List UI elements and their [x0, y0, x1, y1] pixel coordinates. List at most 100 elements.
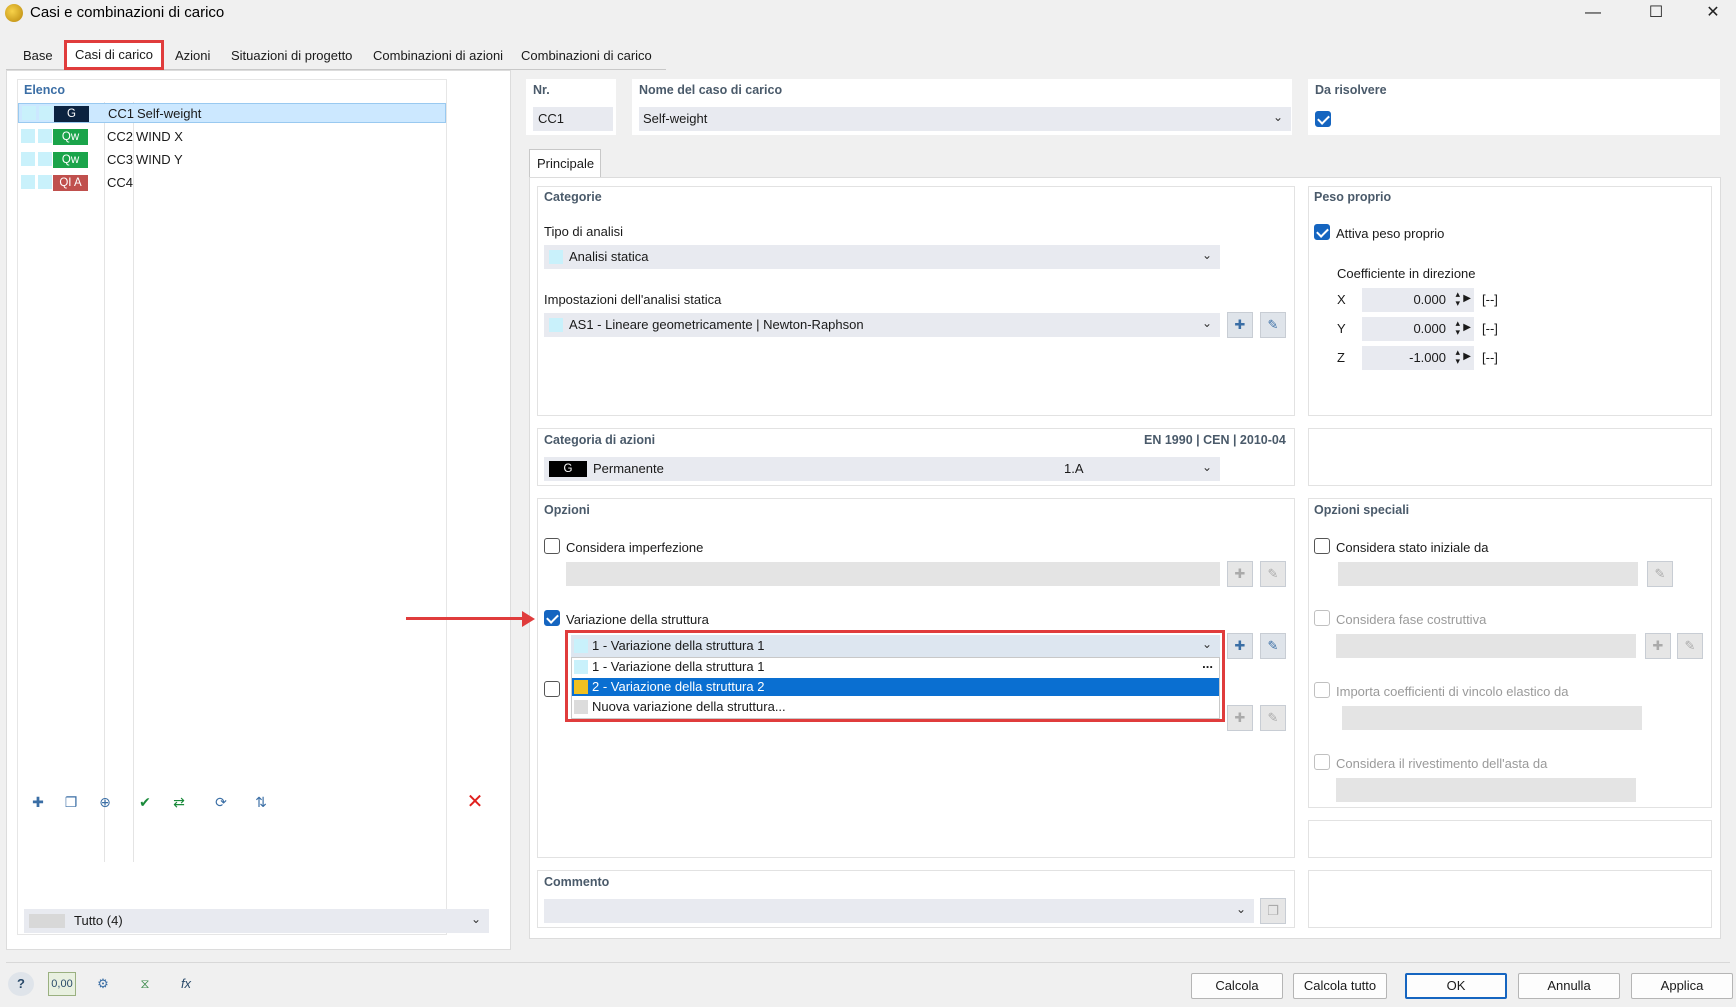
title-bar	[0, 0, 1736, 28]
comment-copy-icon[interactable]: ❐	[1260, 898, 1286, 924]
fase-checkbox[interactable]	[1314, 610, 1330, 626]
fase-select[interactable]	[1336, 634, 1636, 658]
help-icon[interactable]: ?	[8, 972, 34, 996]
renumber-icon[interactable]: ⟳	[208, 790, 234, 814]
toggle-check-icon[interactable]: ⇄	[166, 790, 192, 814]
stato-checkbox[interactable]	[1314, 538, 1330, 554]
tab-base[interactable]: Base	[14, 40, 62, 70]
annulla-button[interactable]: Annulla	[1518, 973, 1620, 999]
new-settings-icon[interactable]: ✚	[1227, 312, 1253, 338]
list-item-id: CC2	[107, 129, 134, 144]
color-swatch	[39, 106, 53, 120]
applica-button[interactable]: Applica	[1631, 973, 1733, 999]
spinner-icon[interactable]: ▴ ▾	[1455, 319, 1460, 337]
coeff-z-value: -1.000	[1409, 350, 1446, 365]
rivest-checkbox[interactable]	[1314, 754, 1330, 770]
tab-combinazioni-azioni[interactable]: Combinazioni di azioni	[364, 40, 512, 70]
coeff-x-input[interactable]: 0.000 ▴ ▾ ▶	[1362, 288, 1474, 312]
subtab-principale[interactable]: Principale	[529, 149, 601, 178]
name-select[interactable]: Self-weight ⌄	[639, 107, 1291, 131]
ok-button[interactable]: OK	[1405, 973, 1507, 999]
solve-checkbox[interactable]	[1315, 111, 1331, 127]
tipo-label: Tipo di analisi	[544, 224, 624, 239]
stato-label: Considera stato iniziale da	[1336, 540, 1489, 555]
tab-azioni[interactable]: Azioni	[166, 40, 219, 70]
app-icon	[5, 4, 23, 22]
imperf-select[interactable]	[566, 562, 1220, 586]
minimize-button[interactable]: —	[1570, 0, 1616, 28]
tab-combinazioni-carico[interactable]: Combinazioni di carico	[512, 40, 661, 70]
copy-item-icon[interactable]: ❐	[58, 790, 84, 814]
new-variazione-icon[interactable]: ✚	[1227, 633, 1253, 659]
edit-variazione-icon[interactable]: ✎	[1260, 633, 1286, 659]
edit-fase-icon[interactable]: ✎	[1677, 633, 1703, 659]
formula-icon[interactable]: fx	[172, 972, 200, 996]
calcola-tutto-button[interactable]: Calcola tutto	[1293, 973, 1387, 999]
delete-icon[interactable]: ✕	[462, 790, 488, 814]
list-col-divider	[104, 102, 105, 862]
coeff-z-input[interactable]: -1.000 ▴ ▾ ▶	[1362, 346, 1474, 370]
arrow-right-icon[interactable]: ▶	[1463, 351, 1471, 362]
coeff-x-value: 0.000	[1413, 292, 1446, 307]
arrow-right-icon[interactable]: ▶	[1463, 293, 1471, 304]
edit-option-icon[interactable]: ✎	[1260, 705, 1286, 731]
variazione-checkbox[interactable]	[544, 610, 560, 626]
list-item-cc3[interactable]: Qw CC3 WIND Y	[18, 150, 446, 170]
edit-imperf-icon[interactable]: ✎	[1260, 561, 1286, 587]
insert-item-icon[interactable]: ⊕	[92, 790, 118, 814]
units-icon[interactable]: 0,00	[48, 972, 76, 996]
new-fase-icon[interactable]: ✚	[1645, 633, 1671, 659]
tab-situazioni[interactable]: Situazioni di progetto	[222, 40, 361, 70]
annotation-arrow-head	[522, 611, 535, 627]
vincolo-checkbox[interactable]	[1314, 682, 1330, 698]
hidden-option-checkbox[interactable]	[544, 681, 560, 697]
color-swatch	[22, 106, 36, 120]
tab-casi-di-carico[interactable]: Casi di carico	[64, 40, 165, 70]
list-item-cc4[interactable]: QI A CC4	[18, 173, 446, 193]
new-option-icon[interactable]: ✚	[1227, 705, 1253, 731]
list-item-cc2[interactable]: Qw CC2 WIND X	[18, 127, 446, 147]
imperf-checkbox[interactable]	[544, 538, 560, 554]
solve-label: Da risolvere	[1315, 83, 1387, 97]
new-item-icon[interactable]: ✚	[25, 790, 51, 814]
vincolo-select[interactable]	[1342, 706, 1642, 730]
settings-icon[interactable]: ⚙	[90, 972, 116, 996]
calcola-button[interactable]: Calcola	[1191, 973, 1283, 999]
spinner-icon[interactable]: ▴ ▾	[1455, 348, 1460, 366]
filter-icon[interactable]: ⧖	[132, 972, 158, 996]
name-label: Nome del caso di carico	[639, 83, 783, 97]
commento-header: Commento	[544, 875, 610, 889]
chevron-down-icon: ⌄	[1201, 248, 1212, 262]
check-all-icon[interactable]: ✔	[132, 790, 158, 814]
chevron-down-icon: ⌄	[1201, 460, 1212, 474]
arrow-right-icon[interactable]: ▶	[1463, 322, 1471, 333]
chevron-down-icon: ⌄	[1235, 902, 1246, 916]
close-button[interactable]: ✕	[1690, 0, 1736, 28]
maximize-button[interactable]: ☐	[1633, 0, 1679, 28]
new-imperf-icon[interactable]: ✚	[1227, 561, 1253, 587]
filter-select[interactable]: Tutto (4) ⌄	[24, 909, 489, 933]
coeff-label: Coefficiente in direzione	[1337, 266, 1476, 281]
commento-select[interactable]: ⌄	[544, 899, 1254, 923]
axis-x-label: X	[1337, 292, 1346, 307]
list-item-cc1[interactable]: G CC1 Self-weight	[18, 103, 446, 123]
empty-group	[1308, 820, 1712, 858]
color-swatch	[21, 152, 35, 166]
list-header: Elenco	[24, 83, 65, 97]
peso-checkbox[interactable]	[1314, 224, 1330, 240]
nr-field[interactable]: CC1	[533, 107, 613, 131]
edit-settings-icon[interactable]: ✎	[1260, 312, 1286, 338]
name-value: Self-weight	[643, 111, 708, 126]
action-badge: G	[549, 461, 587, 477]
sort-icon[interactable]: ⇅	[248, 790, 274, 814]
stato-select[interactable]	[1338, 562, 1638, 586]
color-swatch	[38, 152, 52, 166]
impost-select[interactable]: AS1 - Lineare geometricamente | Newton-R…	[544, 313, 1220, 337]
edit-stato-icon[interactable]: ✎	[1647, 561, 1673, 587]
coeff-y-input[interactable]: 0.000 ▴ ▾ ▶	[1362, 317, 1474, 341]
tipo-select[interactable]: Analisi statica ⌄	[544, 245, 1220, 269]
rivest-select[interactable]	[1336, 778, 1636, 802]
annotation-arrow	[406, 617, 526, 620]
azioni-select[interactable]: G Permanente 1.A ⌄	[544, 457, 1220, 481]
spinner-icon[interactable]: ▴ ▾	[1455, 290, 1460, 308]
